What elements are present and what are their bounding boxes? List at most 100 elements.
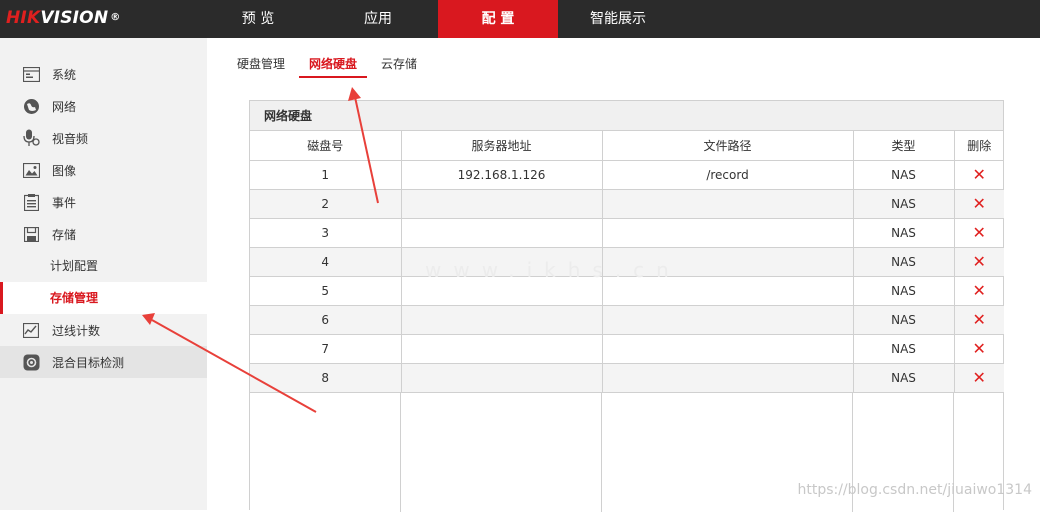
file-path-cell (602, 189, 853, 218)
sidebar-item-label: 混合目标检测 (52, 354, 124, 371)
disk-number-cell: 6 (250, 305, 401, 334)
panel-title: 网络硬盘 (250, 101, 1003, 131)
file-path-cell (602, 334, 853, 363)
disk-number-cell: 1 (250, 160, 401, 189)
nav-configuration[interactable]: 配 置 (438, 0, 558, 38)
table-row: 3 NAS ✕ (250, 218, 1004, 247)
list-icon (22, 193, 40, 211)
delete-cell: ✕ (954, 218, 1004, 247)
tab-network-hdd[interactable]: 网络硬盘 (299, 50, 367, 78)
delete-icon[interactable]: ✕ (973, 368, 986, 387)
type-cell: NAS (853, 160, 954, 189)
disk-number-cell: 5 (250, 276, 401, 305)
type-cell: NAS (853, 276, 954, 305)
server-address-cell (401, 363, 602, 392)
tab-hdd-management[interactable]: 硬盘管理 (227, 50, 295, 78)
file-path-cell: /record (602, 160, 853, 189)
type-cell: NAS (853, 247, 954, 276)
column-header-file-path: 文件路径 (602, 131, 853, 160)
url-watermark: https://blog.csdn.net/jiuaiwo1314 (797, 482, 1032, 498)
column-divider (401, 392, 602, 512)
sidebar-item-label: 视音频 (52, 130, 88, 147)
delete-cell: ✕ (954, 247, 1004, 276)
sidebar: 系统 网络 视音频 图像 事件 存储 计划配置 存储管理 过线计数 (0, 38, 207, 510)
nav-smart-display[interactable]: 智能展示 (558, 0, 678, 38)
sidebar-item-label: 图像 (52, 162, 76, 179)
type-cell: NAS (853, 363, 954, 392)
type-cell: NAS (853, 305, 954, 334)
server-address-cell (401, 305, 602, 334)
delete-cell: ✕ (954, 363, 1004, 392)
globe-icon (22, 97, 40, 115)
sidebar-item-image[interactable]: 图像 (0, 154, 207, 186)
delete-cell: ✕ (954, 160, 1004, 189)
delete-cell: ✕ (954, 276, 1004, 305)
disk-number-cell: 2 (250, 189, 401, 218)
table-row: 8 NAS ✕ (250, 363, 1004, 392)
delete-icon[interactable]: ✕ (973, 252, 986, 271)
column-divider (250, 392, 401, 512)
sidebar-item-label: 存储 (52, 226, 76, 243)
delete-icon[interactable]: ✕ (973, 165, 986, 184)
nav-application[interactable]: 应用 (318, 0, 438, 38)
disk-number-cell: 8 (250, 363, 401, 392)
sidebar-item-label: 事件 (52, 194, 76, 211)
top-bar: HIKVISION® 预 览 应用 配 置 智能展示 (0, 0, 1040, 38)
monitor-icon (22, 65, 40, 83)
delete-icon[interactable]: ✕ (973, 310, 986, 329)
sidebar-subitem-schedule[interactable]: 计划配置 (0, 250, 207, 282)
file-path-cell (602, 363, 853, 392)
storage-tabs: 硬盘管理 网络硬盘 云存储 (227, 50, 431, 78)
table-row: 7 NAS ✕ (250, 334, 1004, 363)
delete-icon[interactable]: ✕ (973, 194, 986, 213)
delete-icon[interactable]: ✕ (973, 223, 986, 242)
disk-number-cell: 7 (250, 334, 401, 363)
column-header-disk-no: 磁盘号 (250, 131, 401, 160)
disk-number-cell: 4 (250, 247, 401, 276)
sidebar-item-label: 系统 (52, 66, 76, 83)
delete-cell: ✕ (954, 189, 1004, 218)
logo-registered: ® (110, 12, 120, 23)
server-address-cell (401, 189, 602, 218)
sidebar-item-label: 过线计数 (52, 322, 100, 339)
sidebar-item-label: 网络 (52, 98, 76, 115)
delete-icon[interactable]: ✕ (973, 281, 986, 300)
nav-preview[interactable]: 预 览 (198, 0, 318, 38)
column-header-server-address: 服务器地址 (401, 131, 602, 160)
type-cell: NAS (853, 218, 954, 247)
mic-icon (22, 129, 40, 147)
file-path-cell (602, 305, 853, 334)
disk-number-cell: 3 (250, 218, 401, 247)
table-row: 2 NAS ✕ (250, 189, 1004, 218)
faint-watermark: www.ikhs.cn (425, 258, 681, 282)
server-address-cell (401, 218, 602, 247)
sidebar-item-video-audio[interactable]: 视音频 (0, 122, 207, 154)
logo-hik: HIK (6, 8, 40, 28)
delete-icon[interactable]: ✕ (973, 339, 986, 358)
delete-cell: ✕ (954, 334, 1004, 363)
sidebar-item-network[interactable]: 网络 (0, 90, 207, 122)
sidebar-item-system[interactable]: 系统 (0, 58, 207, 90)
table-header-row: 磁盘号 服务器地址 文件路径 类型 删除 (250, 131, 1004, 160)
sidebar-item-mixed-target-detection[interactable]: 混合目标检测 (0, 346, 207, 378)
type-cell: NAS (853, 334, 954, 363)
type-cell: NAS (853, 189, 954, 218)
target-icon (22, 353, 40, 371)
sidebar-item-event[interactable]: 事件 (0, 186, 207, 218)
network-hdd-panel: 网络硬盘 磁盘号 服务器地址 文件路径 类型 删除 1192.168.1.126… (249, 100, 1004, 510)
table-row: 6 NAS ✕ (250, 305, 1004, 334)
sidebar-item-line-crossing-count[interactable]: 过线计数 (0, 314, 207, 346)
file-path-cell (602, 218, 853, 247)
tab-cloud-storage[interactable]: 云存储 (371, 50, 427, 78)
logo-vision: VISION (40, 8, 108, 28)
server-address-cell (401, 334, 602, 363)
column-header-type: 类型 (853, 131, 954, 160)
top-nav: 预 览 应用 配 置 智能展示 (198, 0, 678, 38)
chart-icon (22, 321, 40, 339)
image-icon (22, 161, 40, 179)
save-icon (22, 225, 40, 243)
sidebar-subitem-storage-management[interactable]: 存储管理 (0, 282, 207, 314)
hikvision-logo: HIKVISION® (6, 6, 120, 30)
sidebar-item-storage[interactable]: 存储 (0, 218, 207, 250)
table-row: 1192.168.1.126/recordNAS✕ (250, 160, 1004, 189)
